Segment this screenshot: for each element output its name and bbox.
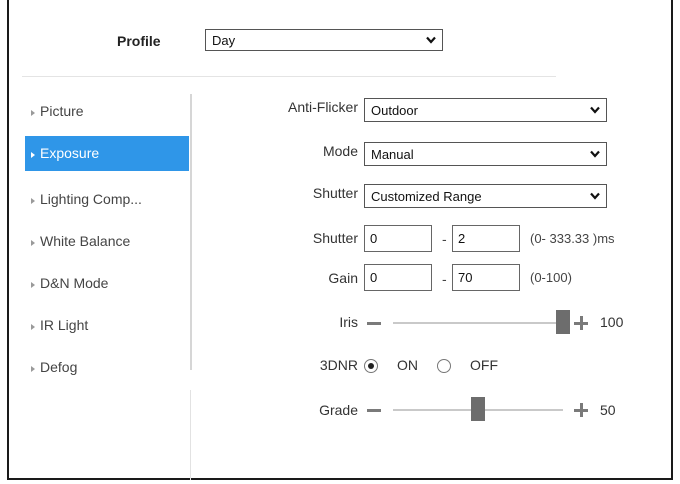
profile-label: Profile bbox=[117, 33, 161, 49]
iris-slider-thumb[interactable] bbox=[556, 310, 570, 334]
shutter-min-input[interactable]: 0 bbox=[364, 225, 432, 252]
sidebar-item-label: Picture bbox=[40, 103, 84, 119]
3dnr-on-radio[interactable] bbox=[364, 359, 378, 373]
gain-min-input[interactable]: 0 bbox=[364, 264, 432, 291]
shutter-range-label: Shutter bbox=[312, 230, 358, 246]
sidebar-item-label: Lighting Comp... bbox=[40, 191, 142, 207]
profile-select[interactable]: Day bbox=[205, 29, 443, 51]
iris-value: 100 bbox=[600, 314, 624, 330]
grade-label: Grade bbox=[319, 402, 358, 418]
caret-right-icon bbox=[31, 282, 35, 288]
3dnr-label: 3DNR bbox=[319, 357, 358, 373]
sidebar-item-ir-light[interactable]: IR Light bbox=[25, 308, 189, 343]
minus-icon[interactable] bbox=[367, 409, 381, 412]
sidebar-item-label: D&N Mode bbox=[40, 275, 109, 291]
sidebar-item-white-balance[interactable]: White Balance bbox=[25, 224, 189, 259]
anti-flicker-value: Outdoor bbox=[371, 103, 418, 118]
chevron-down-icon bbox=[590, 150, 600, 158]
3dnr-off-radio[interactable] bbox=[437, 359, 451, 373]
grade-value: 50 bbox=[600, 402, 616, 418]
mode-select[interactable]: Manual bbox=[364, 142, 607, 166]
gain-range-hint: (0-100) bbox=[530, 270, 572, 285]
gain-label: Gain bbox=[328, 270, 358, 286]
sidebar-item-defog[interactable]: Defog bbox=[25, 350, 189, 385]
iris-label: Iris bbox=[339, 314, 358, 330]
sidebar-item-label: White Balance bbox=[40, 233, 131, 249]
mode-value: Manual bbox=[371, 147, 414, 162]
chevron-down-icon bbox=[590, 106, 600, 114]
sidebar-item-picture[interactable]: Picture bbox=[25, 94, 189, 129]
sidebar-item-label: Exposure bbox=[40, 145, 100, 161]
grade-slider-thumb[interactable] bbox=[471, 397, 485, 421]
caret-right-icon bbox=[31, 366, 35, 372]
gain-max-input[interactable]: 70 bbox=[452, 264, 520, 291]
sidebar-divider bbox=[190, 94, 192, 370]
shutter-mode-select[interactable]: Customized Range bbox=[364, 184, 607, 208]
sidebar-divider-lower bbox=[190, 390, 191, 480]
caret-right-icon bbox=[31, 198, 35, 204]
caret-right-icon bbox=[31, 240, 35, 246]
iris-slider-track[interactable] bbox=[393, 322, 563, 324]
range-dash: - bbox=[442, 231, 447, 247]
sidebar-item-exposure[interactable]: Exposure bbox=[25, 136, 189, 171]
anti-flicker-select[interactable]: Outdoor bbox=[364, 98, 607, 122]
sidebar-item-label: IR Light bbox=[40, 317, 89, 333]
caret-right-icon bbox=[31, 152, 35, 158]
shutter-mode-label: Shutter bbox=[312, 185, 358, 201]
chevron-down-icon bbox=[426, 36, 436, 44]
sidebar-item-label: Defog bbox=[40, 359, 78, 375]
header-divider bbox=[22, 76, 556, 77]
mode-label: Mode bbox=[322, 143, 358, 159]
shutter-max-input[interactable]: 2 bbox=[452, 225, 520, 252]
sidebar-item-dn-mode[interactable]: D&N Mode bbox=[25, 266, 189, 301]
range-dash: - bbox=[442, 271, 447, 287]
chevron-down-icon bbox=[590, 192, 600, 200]
minus-icon[interactable] bbox=[367, 322, 381, 325]
shutter-range-hint: (0- 333.33 )ms bbox=[530, 231, 615, 246]
profile-select-value: Day bbox=[212, 33, 236, 48]
radio-selected-dot bbox=[368, 363, 374, 369]
caret-right-icon bbox=[31, 110, 35, 116]
3dnr-off-label: OFF bbox=[470, 357, 498, 373]
caret-right-icon bbox=[31, 324, 35, 330]
shutter-mode-value: Customized Range bbox=[371, 189, 482, 204]
anti-flicker-label: Anti-Flicker bbox=[287, 99, 358, 115]
3dnr-on-label: ON bbox=[397, 357, 418, 373]
sidebar-item-lighting-comp[interactable]: Lighting Comp... bbox=[25, 182, 189, 217]
